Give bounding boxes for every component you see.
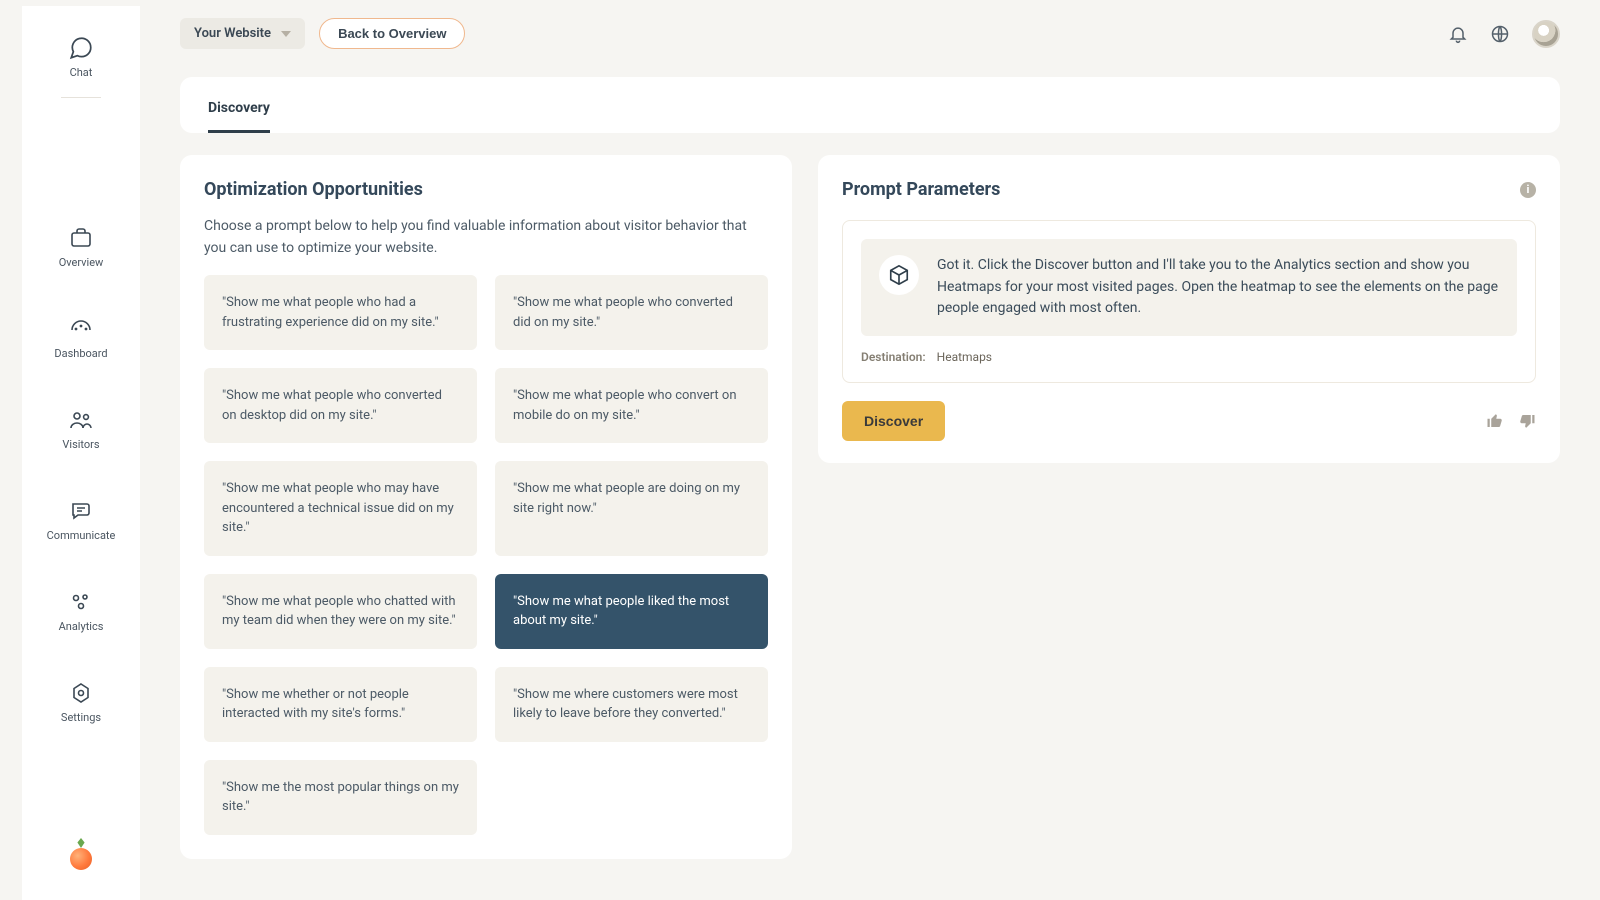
destination-row: Destination: Heatmaps [861,350,1517,364]
brand-logo [22,848,140,870]
gauge-icon [67,315,95,343]
prompt-card[interactable]: "Show me where customers were most likel… [495,667,768,742]
topbar: Your Website Back to Overview [140,0,1600,49]
divider [61,97,101,98]
panel-description: Choose a prompt below to help you find v… [204,216,768,259]
prompt-card[interactable]: "Show me what people are doing on my sit… [495,461,768,556]
assistant-message: Got it. Click the Discover button and I'… [861,239,1517,336]
prompt-card[interactable]: "Show me what people liked the most abou… [495,574,768,649]
optimization-opportunities-panel: Optimization Opportunities Choose a prom… [180,155,792,859]
chevron-down-icon [281,31,291,37]
notifications-icon[interactable] [1448,24,1468,44]
avatar[interactable] [1532,20,1560,48]
prompt-parameters-panel: Prompt Parameters i Got it. Click the Di… [818,155,1560,463]
site-selector-label: Your Website [194,26,271,41]
sidebar-item-label: Dashboard [54,347,107,360]
prompt-card[interactable]: "Show me what people who convert on mobi… [495,368,768,443]
sidebar-item-visitors[interactable]: Visitors [22,396,140,461]
people-icon [67,406,95,434]
feedback-buttons [1486,412,1536,430]
thumbs-up-icon[interactable] [1486,412,1504,430]
site-selector[interactable]: Your Website [180,18,305,49]
parameters-body: Got it. Click the Discover button and I'… [842,220,1536,383]
main: Your Website Back to Overview Discovery [140,0,1600,900]
panel-title: Optimization Opportunities [204,179,768,200]
destination-value: Heatmaps [937,350,992,364]
globe-icon[interactable] [1490,24,1510,44]
message-icon [67,497,95,525]
back-to-overview-button[interactable]: Back to Overview [319,18,465,49]
prompt-card[interactable]: "Show me whether or not people interacte… [204,667,477,742]
sidebar-item-label: Communicate [47,529,116,542]
prompt-card[interactable]: "Show me what people who chatted with my… [204,574,477,649]
sidebar-item-overview[interactable]: Overview [22,214,140,279]
sidebar-item-label: Chat [70,66,93,79]
sidebar: Chat Overview Dashboard Visit [22,6,140,900]
tab-discovery[interactable]: Discovery [208,82,270,133]
chat-icon [67,34,95,62]
analytics-icon [67,588,95,616]
tabstrip: Discovery [180,77,1560,133]
thumbs-down-icon[interactable] [1518,412,1536,430]
prompt-card[interactable]: "Show me what people who may have encoun… [204,461,477,556]
panel-title: Prompt Parameters [842,179,1000,200]
settings-icon [67,679,95,707]
sidebar-item-settings[interactable]: Settings [22,669,140,734]
prompt-grid: "Show me what people who had a frustrati… [204,275,768,835]
discover-button[interactable]: Discover [842,401,945,441]
sidebar-item-communicate[interactable]: Communicate [22,487,140,552]
prompt-card[interactable]: "Show me what people who converted did o… [495,275,768,350]
assistant-text: Got it. Click the Discover button and I'… [937,255,1499,320]
sidebar-item-chat[interactable]: Chat [22,24,140,89]
sidebar-item-analytics[interactable]: Analytics [22,578,140,643]
orange-icon [70,848,92,870]
prompt-card[interactable]: "Show me what people who had a frustrati… [204,275,477,350]
info-icon[interactable]: i [1520,182,1536,198]
sidebar-item-label: Settings [61,711,101,724]
prompt-card[interactable]: "Show me the most popular things on my s… [204,760,477,835]
sidebar-item-label: Visitors [62,438,99,451]
sidebar-item-label: Overview [59,256,104,269]
assistant-avatar [879,255,919,295]
sidebar-item-dashboard[interactable]: Dashboard [22,305,140,370]
prompt-card[interactable]: "Show me what people who converted on de… [204,368,477,443]
sidebar-item-label: Analytics [59,620,104,633]
cube-icon [888,264,910,286]
briefcase-icon [67,224,95,252]
destination-label: Destination: [861,350,926,364]
